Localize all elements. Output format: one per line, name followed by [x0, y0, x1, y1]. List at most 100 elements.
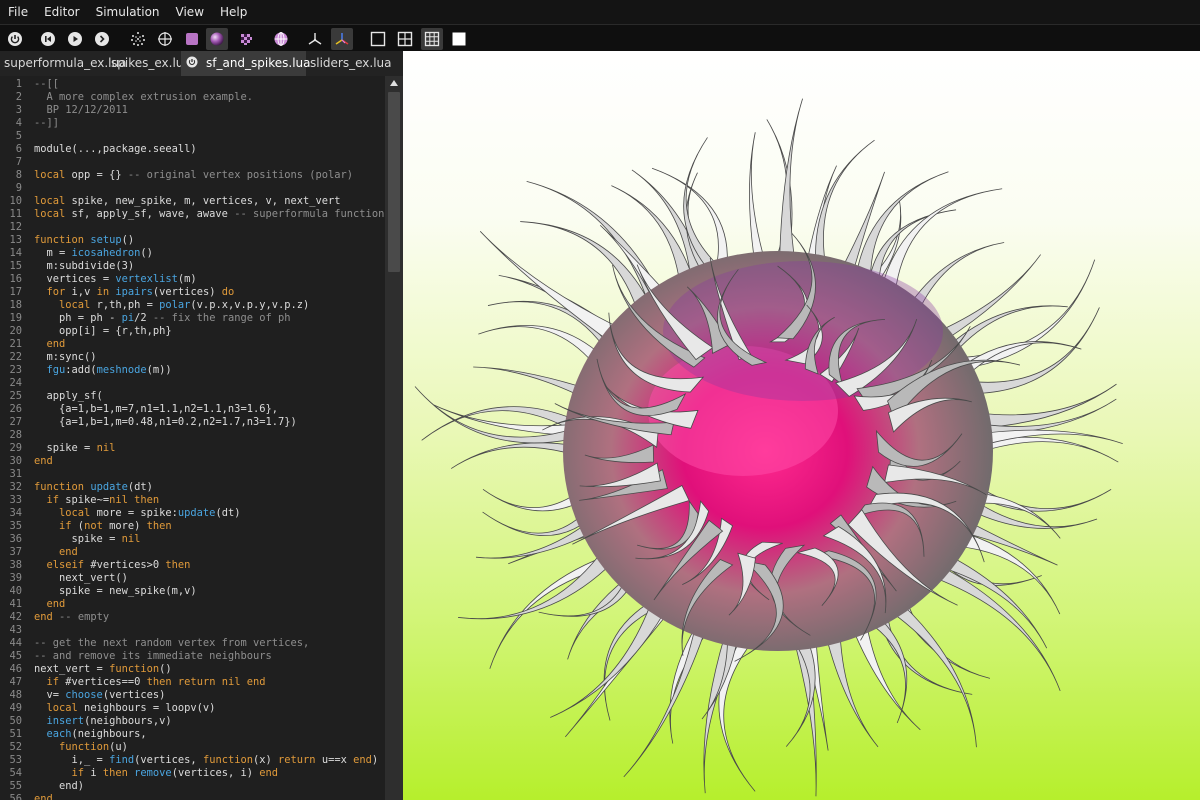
scrollbar-thumb[interactable] [388, 92, 400, 272]
step-forward-button[interactable] [91, 28, 113, 50]
code-line[interactable]: elseif #vertices>0 then [34, 559, 191, 572]
menu-simulation[interactable]: Simulation [88, 0, 168, 24]
code-token: module(...,package.seeall) [34, 143, 197, 155]
code-token: local [34, 208, 66, 220]
code-line[interactable]: local r,th,ph = polar(v.p.x,v.p.y,v.p.z) [34, 299, 309, 312]
code-line[interactable]: if spike~=nil then [34, 494, 160, 507]
wire-sphere-mode-button[interactable] [270, 28, 292, 50]
tab-superformula[interactable]: superformula_ex.lua [4, 51, 126, 76]
tab-label: sliders_ex.lua [310, 56, 392, 70]
code-line[interactable]: opp[i] = {r,th,ph} [34, 325, 172, 338]
code-line[interactable]: local sf, apply_sf, wave, awave -- super… [34, 208, 384, 221]
textured-mode-button[interactable] [235, 28, 257, 50]
code-line[interactable]: --[[ [34, 78, 59, 91]
code-line[interactable]: end [34, 598, 66, 611]
power-button[interactable] [4, 28, 26, 50]
tab-sf-and-spikes[interactable]: sf_and_spikes.lua [181, 51, 311, 76]
code-line[interactable]: end [34, 338, 66, 351]
code-line[interactable]: local opp = {} -- original vertex positi… [34, 169, 353, 182]
editor-scrollbar[interactable] [385, 76, 403, 800]
line-number: 4 [15, 117, 22, 129]
toolbar [0, 24, 1200, 51]
code-token: ( [71, 520, 85, 532]
menu-help[interactable]: Help [212, 0, 255, 24]
code-line[interactable]: {a=1,b=1,m=0.48,n1=0.2,n2=1.7,n3=1.7}) [34, 416, 297, 429]
code-line[interactable]: spike = new_spike(m,v) [34, 585, 197, 598]
code-token: end [34, 455, 53, 467]
code-line[interactable]: if (not more) then [34, 520, 172, 533]
menu-file[interactable]: File [0, 0, 36, 24]
code-token: end [34, 611, 53, 623]
code-token: remove [134, 767, 172, 779]
shaded-mode-button[interactable] [206, 28, 228, 50]
code-line[interactable]: fgu:add(meshnode(m)) [34, 364, 172, 377]
code-line[interactable]: -- and remove its immediate neighbours [34, 650, 272, 663]
code-editor[interactable]: 1 2 3 4 5 6 7 8 9 10 11 12 13 14 15 16 17 18 19 20 21 22 23 24 2… [0, 76, 385, 800]
code-line[interactable]: apply_sf( [34, 390, 103, 403]
code-line[interactable]: next_vert = function() [34, 663, 172, 676]
code-token: i,v [65, 286, 97, 298]
code-line[interactable]: if i then remove(vertices, i) end [34, 767, 279, 780]
code-line[interactable]: v= choose(vertices) [34, 689, 166, 702]
colored-axes-button[interactable] [331, 28, 353, 50]
line-number: 44 [9, 637, 22, 649]
layout-single-button[interactable] [367, 28, 389, 50]
code-line[interactable]: {a=1,b=1,m=7,n1=1.1,n2=1.1,n3=1.6}, [34, 403, 278, 416]
code-line[interactable]: end -- empty [34, 611, 109, 624]
code-line[interactable]: spike = nil [34, 533, 141, 546]
layout-grid-button[interactable] [421, 28, 443, 50]
menu-editor[interactable]: Editor [36, 0, 88, 24]
scroll-up-button[interactable] [385, 76, 403, 90]
code-line[interactable]: A more complex extrusion example. [34, 91, 253, 104]
solid-mode-button[interactable] [181, 28, 203, 50]
skip-back-button[interactable] [37, 28, 59, 50]
code-line[interactable]: m:sync() [34, 351, 97, 364]
layout-quad-button[interactable] [394, 28, 416, 50]
code-line[interactable]: BP 12/12/2011 [34, 104, 128, 117]
wireframe-mode-button[interactable] [154, 28, 176, 50]
code-token: () [140, 247, 153, 259]
code-token: m = [34, 247, 72, 259]
code-line[interactable]: end [34, 793, 53, 800]
code-token: spike = new_spike(m,v) [34, 585, 197, 597]
code-line[interactable]: m:subdivide(3) [34, 260, 135, 273]
code-line[interactable]: local neighbours = loopv(v) [34, 702, 216, 715]
code-line[interactable]: next_vert() [34, 572, 128, 585]
code-line[interactable]: function update(dt) [34, 481, 153, 494]
code-line[interactable]: end [34, 546, 78, 559]
code-line[interactable]: for i,v in ipairs(vertices) do [34, 286, 235, 299]
code-token: if [46, 676, 60, 688]
code-area[interactable]: --[[ A more complex extrusion example. B… [34, 76, 384, 800]
code-line[interactable]: local spike, new_spike, m, vertices, v, … [34, 195, 341, 208]
play-button[interactable] [64, 28, 86, 50]
points-mode-button[interactable] [127, 28, 149, 50]
code-line[interactable]: i,_ = find(vertices, function(x) return … [34, 754, 379, 767]
code-line[interactable]: end [34, 455, 53, 468]
show-axes-button[interactable] [304, 28, 326, 50]
code-line[interactable]: function(u) [34, 741, 128, 754]
3d-viewport[interactable] [403, 51, 1200, 800]
code-line[interactable]: if #vertices==0 then return nil end [34, 676, 266, 689]
code-line[interactable]: each(neighbours, [34, 728, 147, 741]
code-line[interactable]: function setup() [34, 234, 134, 247]
code-line[interactable]: module(...,package.seeall) [34, 143, 197, 156]
code-line[interactable]: --]] [34, 117, 59, 130]
tab-sliders[interactable]: sliders_ex.lua [310, 51, 392, 76]
code-token: if [71, 767, 85, 779]
menu-view[interactable]: View [168, 0, 212, 24]
code-line[interactable]: local more = spike:update(dt) [34, 507, 240, 520]
crosshair-icon [158, 32, 172, 46]
code-line[interactable]: ph = ph - pi/2 -- fix the range of ph [34, 312, 291, 325]
tab-spikes[interactable]: spikes_ex.lua [111, 51, 191, 76]
wire-sphere-icon [274, 32, 288, 46]
code-line[interactable]: -- get the next random vertex from verti… [34, 637, 309, 650]
background-toggle-button[interactable] [448, 28, 470, 50]
code-token: end [353, 754, 372, 766]
code-line[interactable]: m = icosahedron() [34, 247, 153, 260]
code-line[interactable]: insert(neighbours,v) [34, 715, 172, 728]
play-icon [68, 32, 82, 46]
code-line[interactable]: end) [34, 780, 84, 793]
code-line[interactable]: spike = nil [34, 442, 116, 455]
code-line[interactable]: vertices = vertexlist(m) [34, 273, 197, 286]
code-token: end [246, 676, 266, 688]
